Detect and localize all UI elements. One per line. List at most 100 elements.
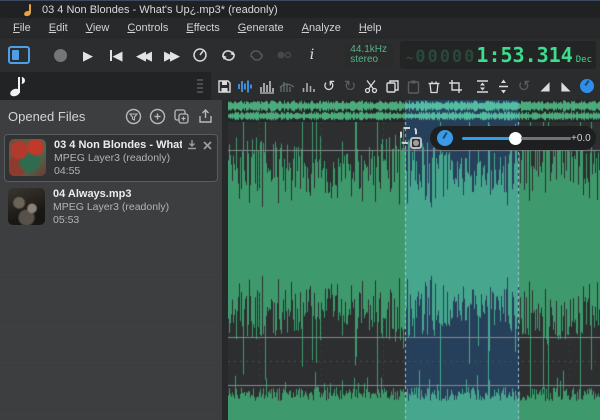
empty-list-row [2,278,220,322]
level-view-button[interactable] [299,76,317,96]
file-format: MPEG Layer3 (readonly) [53,201,214,213]
export-file-button[interactable] [197,108,214,125]
edit-toolbar-row: ↺ ↻ [0,72,600,100]
file-list-item[interactable]: 04 Always.mp3 MPEG Layer3 (readonly) 05:… [4,184,218,230]
fade-in-icon: ◢ [540,79,549,93]
close-icon [202,140,213,151]
empty-list-row [2,322,220,366]
level-view-icon [301,79,315,94]
speed-gauge-icon [192,47,208,63]
empty-list-row [2,234,220,278]
gain-slider[interactable] [462,132,571,145]
opened-files-header: Opened Files [0,100,222,132]
title-bar: 03 4 Non Blondes - What's Up¿.mp3* (read… [0,0,600,18]
crop-icon [448,79,463,94]
copy-button[interactable] [383,76,401,96]
selection-copy-icon[interactable] [400,127,422,149]
save-button[interactable] [215,76,233,96]
transport-toolbar: ▶ ◀ ◀◀ ▶▶ [0,38,600,72]
toolbar-left-section [0,72,211,100]
empty-list-row [2,366,220,410]
close-file-button[interactable] [202,140,213,151]
record-button[interactable] [48,43,72,67]
info-button[interactable]: i [300,43,324,67]
files-panel-toggle-button[interactable] [8,46,30,64]
fit-vertical-button[interactable] [473,76,491,96]
spectrogram-view-button[interactable] [278,76,296,96]
duplicate-file-button[interactable] [173,108,190,125]
zoom-vertical-icon [496,79,511,94]
record-icon [54,49,67,62]
paste-button[interactable] [404,76,422,96]
overview-waveform-canvas[interactable] [228,100,600,122]
file-title: 03 4 Non Blondes - What's Up¿.... [54,139,182,151]
record-options-button[interactable] [272,43,296,67]
file-title: 04 Always.mp3 [53,188,214,200]
revert-button[interactable]: ↺ [515,76,533,96]
rewind-button[interactable]: ◀◀ [132,43,156,67]
waveform-editor[interactable]: +0.0 [228,100,600,420]
waveform-view-icon [237,79,253,94]
menu-effects[interactable]: Effects [177,20,228,36]
menu-generate[interactable]: Generate [229,20,293,36]
export-icon [197,108,214,125]
file-duration: 05:53 [53,214,214,226]
add-file-button[interactable] [149,108,166,125]
zoom-vertical-button[interactable] [494,76,512,96]
menu-view[interactable]: View [77,20,119,36]
menu-controls[interactable]: Controls [118,20,177,36]
undo-button[interactable]: ↺ [320,76,338,96]
play-speed-button[interactable] [188,43,212,67]
menu-file[interactable]: File [4,20,40,36]
channel-mode-value: stereo [350,55,387,66]
loop-button[interactable] [216,43,240,67]
slider-filled-track [462,137,510,140]
window-title: 03 4 Non Blondes - What's Up¿.mp3* (read… [42,4,278,16]
menu-help[interactable]: Help [350,20,391,36]
menu-analyze[interactable]: Analyze [293,20,350,36]
sample-rate-display: 44.1kHz stereo [344,43,393,68]
mixdown-button[interactable] [186,139,198,151]
trim-button[interactable] [446,76,464,96]
opened-files-panel: Opened Files [0,100,222,420]
filter-icon [125,108,142,125]
copy-icon [385,79,400,94]
time-ghost-digits: 00000 [415,47,476,67]
time-value: 1:53.314 [476,43,572,67]
loop-selection-button[interactable] [244,43,268,67]
app-logo-icon [24,4,34,16]
paste-icon [406,79,421,94]
add-icon [149,108,166,125]
filter-files-button[interactable] [125,108,142,125]
fade-in-button[interactable]: ◢ [536,76,554,96]
menu-edit[interactable]: Edit [40,20,77,36]
cut-button[interactable] [362,76,380,96]
spectrogram-view-icon [279,79,295,94]
time-unit-label: Dec [576,55,592,65]
time-display[interactable]: ~ 00000 1:53.314 Dec [400,41,596,69]
music-note-icon [10,76,26,96]
main-waveform-canvas[interactable] [228,122,600,420]
delete-button[interactable] [425,76,443,96]
spectrum-view-button[interactable] [257,76,275,96]
opened-files-title: Opened Files [8,109,85,124]
play-button[interactable]: ▶ [76,43,100,67]
record-options-icon [276,49,292,61]
toolbar-drag-handle[interactable] [197,79,203,93]
file-duration: 04:55 [54,165,213,177]
menu-bar: File Edit View Controls Effects Generate… [0,18,600,38]
duplicate-icon [173,108,190,125]
fit-vertical-icon [475,79,490,94]
redo-button[interactable]: ↻ [341,76,359,96]
fade-out-button[interactable]: ◣ [557,76,575,96]
waveform-view-button[interactable] [236,76,254,96]
skip-to-start-button[interactable]: ◀ [104,43,128,67]
trash-icon [427,79,441,94]
file-list-item[interactable]: 03 4 Non Blondes - What's Up¿.... [4,134,218,182]
gain-tool-button[interactable] [578,76,596,96]
gain-value-label: +0.0 [571,133,591,144]
loop-icon [220,48,237,63]
gain-popup-knob-icon [437,130,453,146]
spectrum-view-icon [259,79,274,94]
fast-forward-button[interactable]: ▶▶ [160,43,184,67]
